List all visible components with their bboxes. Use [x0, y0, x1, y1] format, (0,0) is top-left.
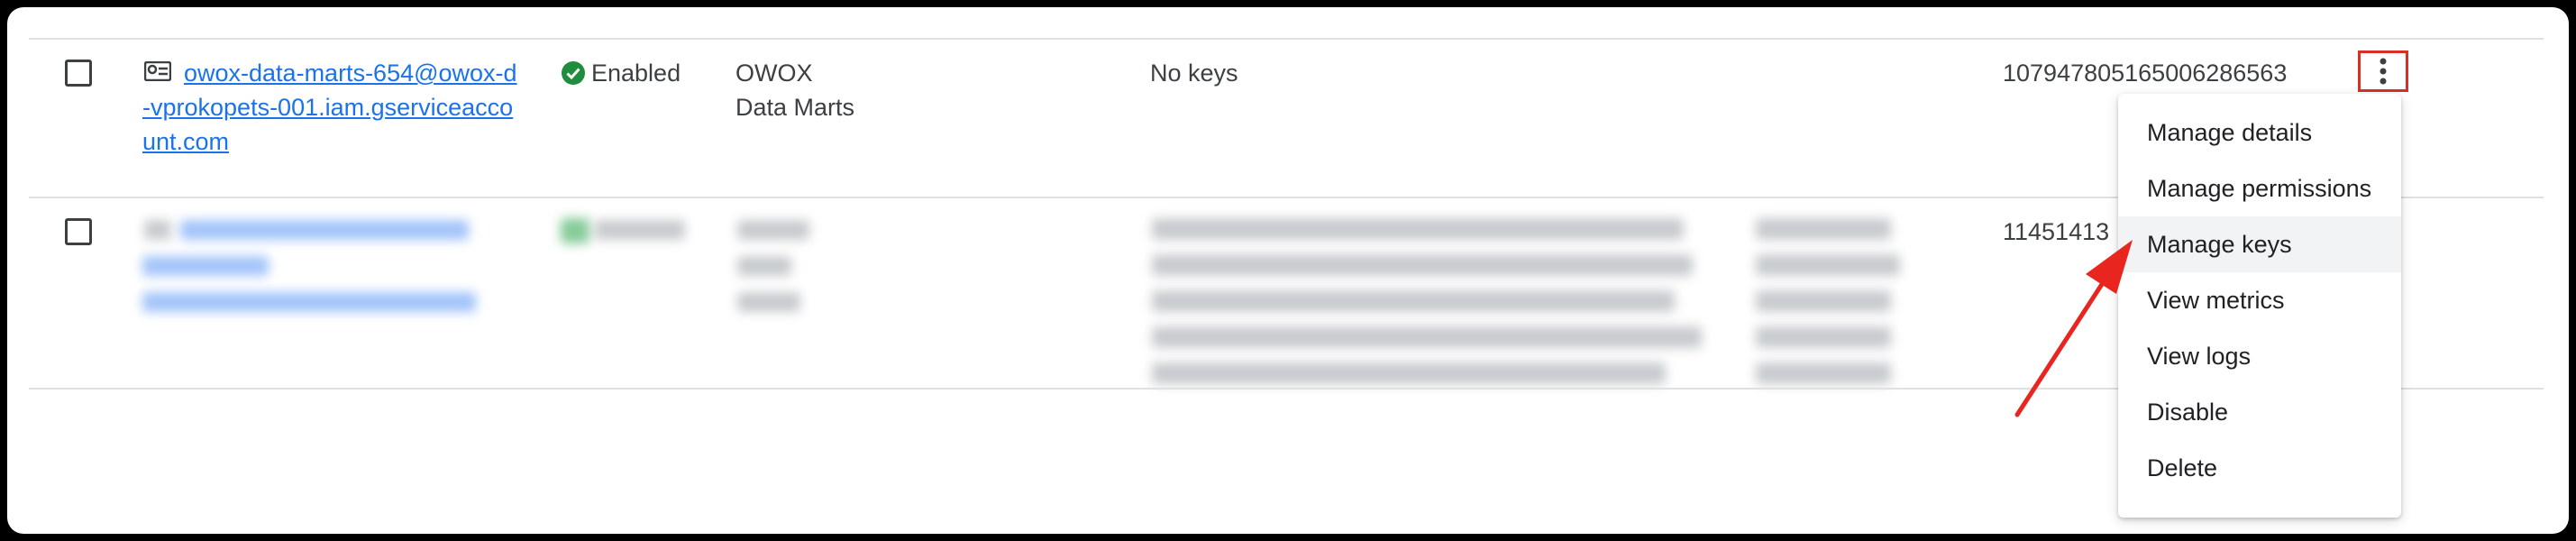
blurred-key-date: [1756, 326, 1891, 348]
display-name: OWOX Data Marts: [735, 60, 855, 121]
menu-item-view-metrics[interactable]: View metrics: [2118, 272, 2401, 328]
check-circle-icon: [562, 61, 585, 85]
blurred-display-name: [737, 220, 809, 240]
blurred-keys: [1152, 218, 1684, 240]
service-accounts-table: owox-data-marts-654@owox-d-vprokopets-00…: [7, 7, 2569, 534]
row-divider: [29, 38, 2544, 40]
blurred-key-date: [1756, 218, 1891, 240]
menu-item-delete[interactable]: Delete: [2118, 440, 2401, 496]
blurred-keys: [1152, 254, 1693, 276]
status-cell: Enabled: [561, 56, 681, 90]
blurred-key-date: [1756, 362, 1891, 384]
blurred-status: [595, 220, 685, 240]
blurred-keys: [1152, 362, 1666, 384]
keys-cell: No keys: [1150, 60, 1238, 87]
row-select-checkbox[interactable]: [65, 218, 92, 245]
more-vert-icon: [2380, 58, 2387, 85]
menu-item-manage-keys[interactable]: Manage keys: [2118, 216, 2401, 272]
blurred-email: [180, 220, 469, 240]
blurred-key-date: [1756, 254, 1900, 276]
unique-id: 107947805165006286563: [2003, 60, 2288, 87]
row-actions-menu: Manage details Manage permissions Manage…: [2118, 94, 2401, 518]
blurred-icon: [144, 220, 171, 240]
row-select-checkbox[interactable]: [65, 60, 92, 87]
menu-item-view-logs[interactable]: View logs: [2118, 328, 2401, 384]
menu-item-manage-details[interactable]: Manage details: [2118, 105, 2401, 160]
blurred-email: [142, 292, 476, 312]
blurred-display-name: [737, 292, 800, 312]
status-text: Enabled: [591, 59, 681, 87]
menu-item-manage-permissions[interactable]: Manage permissions: [2118, 160, 2401, 216]
blurred-email: [142, 256, 269, 276]
service-account-email-link[interactable]: owox-data-marts-654@owox-d-vprokopets-00…: [142, 56, 521, 159]
blurred-key-date: [1756, 290, 1891, 312]
more-actions-button[interactable]: [2358, 50, 2408, 92]
blurred-display-name: [737, 256, 791, 276]
blurred-status-icon: [561, 218, 589, 243]
blurred-keys: [1152, 326, 1702, 348]
unique-id: 11451413: [2003, 218, 2110, 245]
menu-item-disable[interactable]: Disable: [2118, 384, 2401, 440]
blurred-keys: [1152, 290, 1675, 312]
